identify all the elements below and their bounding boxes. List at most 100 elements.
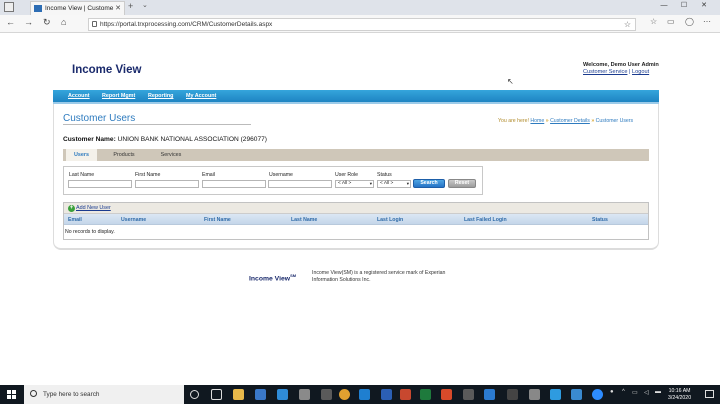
add-icon[interactable]: + xyxy=(68,205,75,212)
service-mark: SM xyxy=(290,273,297,278)
first-name-input[interactable] xyxy=(135,180,199,188)
breadcrumb-customer-details[interactable]: Customer Details xyxy=(550,118,590,124)
column-status[interactable]: Status xyxy=(592,217,608,223)
taskbar-search[interactable]: Type here to search xyxy=(24,385,184,404)
store-icon[interactable] xyxy=(255,389,266,400)
forward-icon[interactable]: → xyxy=(24,17,33,27)
favicon-icon xyxy=(34,5,42,12)
windows-start-icon[interactable] xyxy=(7,390,16,399)
customer-service-link[interactable]: Customer Service xyxy=(583,69,627,75)
footer-logo-text: Income View xyxy=(249,275,291,283)
volume-icon[interactable]: ◁ xyxy=(644,389,649,396)
clock-time: 10:16 AM xyxy=(668,388,691,394)
maximize-icon[interactable]: ☐ xyxy=(674,1,694,9)
column-email[interactable]: Email xyxy=(68,217,82,223)
refresh-icon[interactable]: ↻ xyxy=(43,17,51,28)
cortana-icon[interactable] xyxy=(190,390,199,399)
chevron-down-icon: ▾ xyxy=(406,181,409,186)
logout-link[interactable]: Logout xyxy=(632,69,649,75)
tab-actions-icon[interactable] xyxy=(4,2,14,12)
browser-nav-bar: ← → ↻ ⌂ https://portal.trxprocessing.com… xyxy=(0,15,720,33)
home-icon[interactable]: ⌂ xyxy=(61,17,66,27)
email-input[interactable] xyxy=(202,180,266,188)
empty-grid-message: No records to display. xyxy=(65,229,115,235)
column-first-name[interactable]: First Name xyxy=(204,217,231,223)
show-hidden-icons-icon[interactable]: ^ xyxy=(622,389,625,395)
taskbar-clock[interactable]: 10:16 AM 3/24/2020 xyxy=(668,388,691,402)
page-title: Customer Users xyxy=(63,113,136,124)
network-icon[interactable]: ▭ xyxy=(632,389,638,396)
task-view-icon[interactable] xyxy=(211,389,222,400)
taskbar-search-placeholder: Type here to search xyxy=(43,391,100,398)
profile-icon[interactable]: ◯ xyxy=(685,17,694,26)
menu-item-my-account[interactable]: My Account xyxy=(186,93,216,99)
file-explorer-icon[interactable] xyxy=(233,389,244,400)
first-name-label: First Name xyxy=(135,172,161,178)
close-window-icon[interactable]: ✕ xyxy=(694,1,714,9)
breadcrumb-home[interactable]: Home xyxy=(530,118,544,124)
collections-icon[interactable]: ▭ xyxy=(667,17,675,26)
battery-icon[interactable]: ▬ xyxy=(655,389,661,395)
user-role-select[interactable]: < All > ▾ xyxy=(335,180,374,188)
customer-name: Customer Name: UNION BANK NATIONAL ASSOC… xyxy=(63,136,267,143)
excel-icon[interactable] xyxy=(420,389,431,400)
last-name-input[interactable] xyxy=(68,180,132,188)
add-new-user-link[interactable]: Add New User xyxy=(76,205,111,211)
reset-button[interactable]: Reset xyxy=(448,179,476,188)
header-links: Customer Service | Logout xyxy=(583,69,649,75)
column-username[interactable]: Username xyxy=(121,217,146,223)
mic-icon[interactable]: ● xyxy=(610,389,614,395)
menu-item-account[interactable]: Account xyxy=(68,93,90,99)
close-tab-icon[interactable]: ✕ xyxy=(115,2,121,15)
mail-icon[interactable] xyxy=(277,389,288,400)
powerpoint-icon[interactable] xyxy=(400,389,411,400)
app-icon[interactable] xyxy=(529,389,540,400)
back-icon[interactable]: ← xyxy=(6,17,15,27)
title-divider xyxy=(63,124,251,125)
tab-services[interactable]: Services xyxy=(152,149,190,161)
zoom-icon[interactable] xyxy=(592,389,603,400)
chrome-icon[interactable] xyxy=(339,389,350,400)
footer-text: Income View(SM) is a registered service … xyxy=(312,270,446,283)
new-tab-icon[interactable]: + xyxy=(128,1,133,11)
username-input[interactable] xyxy=(268,180,332,188)
status-value: < All > xyxy=(380,181,394,186)
column-last-name[interactable]: Last Name xyxy=(291,217,317,223)
window-controls: — ☐ ✕ xyxy=(654,1,714,9)
status-label: Status xyxy=(377,172,392,178)
minimize-icon[interactable]: — xyxy=(654,2,674,9)
app-icon[interactable] xyxy=(550,389,561,400)
word-icon[interactable] xyxy=(381,389,392,400)
column-last-login[interactable]: Last Login xyxy=(377,217,403,223)
breadcrumb-arrow: » xyxy=(545,118,549,124)
favorite-star-icon[interactable]: ☆ xyxy=(624,19,631,30)
tab-list-chevron-icon[interactable]: ⌄ xyxy=(142,1,148,9)
address-bar[interactable]: https://portal.trxprocessing.com/CRM/Cus… xyxy=(88,18,636,31)
menu-item-report-mgmt[interactable]: Report Mgmt xyxy=(102,93,135,99)
column-last-failed-login[interactable]: Last Failed Login xyxy=(464,217,507,223)
more-menu-icon[interactable]: ⋯ xyxy=(703,17,711,26)
clock-date: 3/24/2020 xyxy=(668,395,692,401)
last-name-label: Last Name xyxy=(69,172,95,178)
app-icon[interactable] xyxy=(321,389,332,400)
acrobat-icon[interactable] xyxy=(441,389,452,400)
site-logo[interactable]: Income View xyxy=(72,64,141,76)
tab-users[interactable]: Users xyxy=(66,149,97,161)
favorites-icon[interactable]: ☆ xyxy=(650,17,657,26)
app-icon[interactable] xyxy=(299,389,310,400)
notifications-icon[interactable] xyxy=(705,390,714,398)
menu-item-reporting[interactable]: Reporting xyxy=(148,93,173,99)
app-icon[interactable] xyxy=(484,389,495,400)
address-text: https://portal.trxprocessing.com/CRM/Cus… xyxy=(100,21,273,28)
app-icon[interactable] xyxy=(571,389,582,400)
username-label: Username xyxy=(269,172,293,178)
browser-tab[interactable]: Income View | Custome ✕ xyxy=(30,1,125,15)
breadcrumb-current: Customer Users xyxy=(595,118,634,124)
browser-tab-bar: Income View | Custome ✕ + ⌄ — ☐ ✕ xyxy=(0,0,720,15)
app-icon[interactable] xyxy=(507,389,518,400)
tab-products[interactable]: Products xyxy=(105,149,143,161)
edge-icon[interactable] xyxy=(359,389,370,400)
app-icon[interactable] xyxy=(463,389,474,400)
search-button[interactable]: Search xyxy=(413,179,445,188)
status-select[interactable]: < All > ▾ xyxy=(377,180,411,188)
